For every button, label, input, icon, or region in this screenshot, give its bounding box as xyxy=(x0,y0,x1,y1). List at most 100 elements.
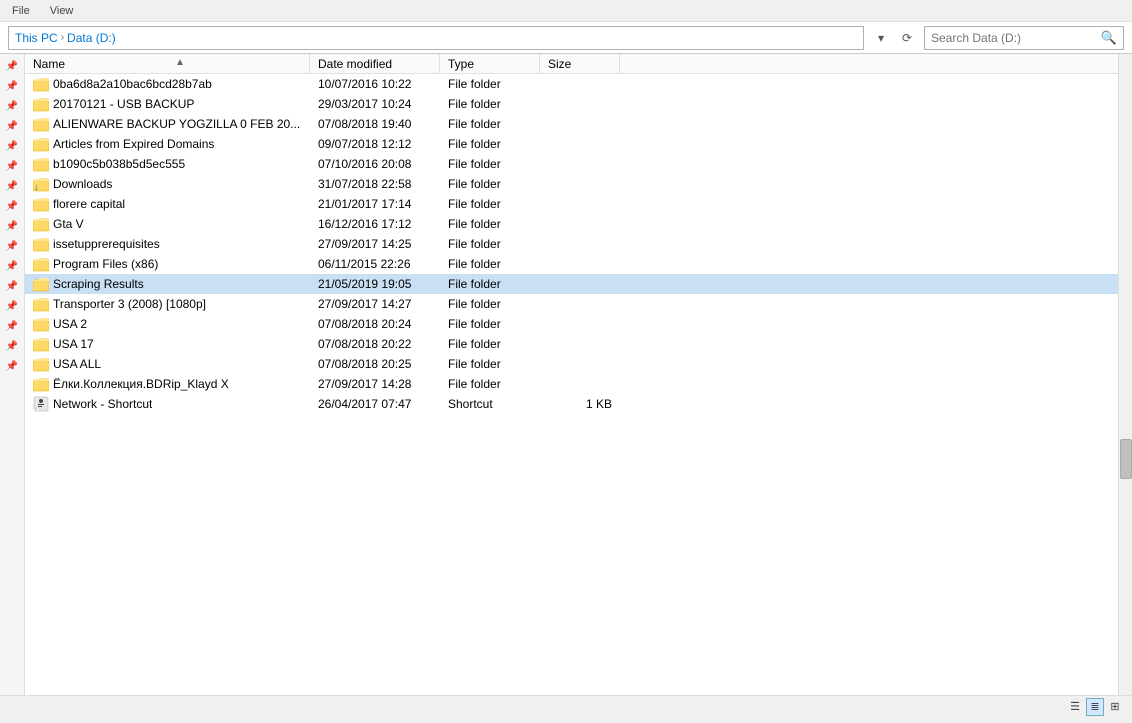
file-type-cell: File folder xyxy=(440,374,540,394)
file-type-cell: File folder xyxy=(440,234,540,254)
pin-icon-15[interactable]: 📌 xyxy=(4,338,20,354)
file-name-text: Transporter 3 (2008) [1080p] xyxy=(53,297,206,311)
file-size-cell: 1 KB xyxy=(540,394,620,414)
main-layout: 📌 📌 📌 📌 📌 📌 📌 📌 📌 📌 📌 📌 📌 📌 📌 📌 ▲ Name D… xyxy=(0,54,1132,695)
file-row[interactable]: ↗ Network - Shortcut26/04/2017 07:47Shor… xyxy=(25,394,1118,414)
pin-icon-6[interactable]: 📌 xyxy=(4,158,20,174)
folder-icon xyxy=(33,96,49,112)
file-date-cell: 27/09/2017 14:28 xyxy=(310,374,440,394)
address-controls: ▾ ⟳ xyxy=(870,27,918,49)
pin-icon-1[interactable]: 📌 xyxy=(4,58,20,74)
breadcrumb[interactable]: This PC › Data (D:) xyxy=(8,26,864,50)
file-date-cell: 29/03/2017 10:24 xyxy=(310,94,440,114)
file-name-cell: issetupprerequisites xyxy=(25,234,310,254)
file-row[interactable]: Transporter 3 (2008) [1080p]27/09/2017 1… xyxy=(25,294,1118,314)
search-icon[interactable]: 🔍 xyxy=(1101,30,1117,46)
pin-icon-13[interactable]: 📌 xyxy=(4,298,20,314)
col-header-type[interactable]: Type xyxy=(440,54,540,73)
file-row[interactable]: Articles from Expired Domains09/07/2018 … xyxy=(25,134,1118,154)
file-type-cell: Shortcut xyxy=(440,394,540,414)
pin-icon-14[interactable]: 📌 xyxy=(4,318,20,334)
file-size-cell xyxy=(540,234,620,254)
menu-view[interactable]: View xyxy=(46,3,78,19)
shortcut-icon: ↗ xyxy=(33,396,49,412)
file-type-cell: File folder xyxy=(440,274,540,294)
pin-icon-3[interactable]: 📌 xyxy=(4,98,20,114)
pin-icon-9[interactable]: 📌 xyxy=(4,218,20,234)
menu-file[interactable]: File xyxy=(8,3,34,19)
file-name-cell: Articles from Expired Domains xyxy=(25,134,310,154)
folder-icon xyxy=(33,196,49,212)
file-row[interactable]: 0ba6d8a2a10bac6bcd28b7ab10/07/2016 10:22… xyxy=(25,74,1118,94)
refresh-btn[interactable]: ⟳ xyxy=(896,27,918,49)
pin-icon-16[interactable]: 📌 xyxy=(4,358,20,374)
file-row[interactable]: b1090c5b038b5d5ec55507/10/2016 20:08File… xyxy=(25,154,1118,174)
file-list: 0ba6d8a2a10bac6bcd28b7ab10/07/2016 10:22… xyxy=(25,74,1118,695)
file-name-text: florere capital xyxy=(53,197,125,211)
folder-icon xyxy=(33,156,49,172)
file-row[interactable]: Gta V16/12/2016 17:12File folder xyxy=(25,214,1118,234)
file-type-cell: File folder xyxy=(440,94,540,114)
file-date-cell: 07/10/2016 20:08 xyxy=(310,154,440,174)
file-row[interactable]: 20170121 - USB BACKUP29/03/2017 10:24Fil… xyxy=(25,94,1118,114)
file-date-cell: 21/05/2019 19:05 xyxy=(310,274,440,294)
breadcrumb-drive[interactable]: Data (D:) xyxy=(67,31,116,45)
scrollbar[interactable] xyxy=(1118,54,1132,695)
file-row[interactable]: florere capital21/01/2017 17:14File fold… xyxy=(25,194,1118,214)
file-name-cell: Scraping Results xyxy=(25,274,310,294)
pin-icon-4[interactable]: 📌 xyxy=(4,118,20,134)
file-type-cell: File folder xyxy=(440,114,540,134)
menu-bar[interactable]: File View xyxy=(8,3,77,19)
pin-icon-8[interactable]: 📌 xyxy=(4,198,20,214)
file-date-cell: 07/08/2018 20:25 xyxy=(310,354,440,374)
file-name-cell: ↗ Network - Shortcut xyxy=(25,394,310,414)
folder-icon xyxy=(33,316,49,332)
file-row[interactable]: ALIENWARE BACKUP YOGZILLA 0 FEB 20...07/… xyxy=(25,114,1118,134)
scrollbar-thumb[interactable] xyxy=(1120,439,1132,479)
col-header-date[interactable]: Date modified xyxy=(310,54,440,73)
file-row[interactable]: Program Files (x86)06/11/2015 22:26File … xyxy=(25,254,1118,274)
folder-icon xyxy=(33,76,49,92)
file-name-cell: Transporter 3 (2008) [1080p] xyxy=(25,294,310,314)
file-row[interactable]: Scraping Results21/05/2019 19:05File fol… xyxy=(25,274,1118,294)
file-name-text: ALIENWARE BACKUP YOGZILLA 0 FEB 20... xyxy=(53,117,300,131)
view-tiles-btn[interactable]: ⊞ xyxy=(1106,698,1124,716)
col-header-name[interactable]: Name xyxy=(25,54,310,73)
search-box[interactable]: 🔍 xyxy=(924,26,1124,50)
file-type-cell: File folder xyxy=(440,74,540,94)
file-size-cell xyxy=(540,254,620,274)
file-row[interactable]: USA 207/08/2018 20:24File folder xyxy=(25,314,1118,334)
file-date-cell: 07/08/2018 20:24 xyxy=(310,314,440,334)
file-row[interactable]: Ёлки.Коллекция.BDRip_Klayd X27/09/2017 1… xyxy=(25,374,1118,394)
file-name-cell: Ёлки.Коллекция.BDRip_Klayd X xyxy=(25,374,310,394)
view-list-btn[interactable]: ☰ xyxy=(1066,698,1084,716)
file-date-cell: 31/07/2018 22:58 xyxy=(310,174,440,194)
pin-icon-11[interactable]: 📌 xyxy=(4,258,20,274)
file-size-cell xyxy=(540,194,620,214)
view-toggle: ☰ ≣ ⊞ xyxy=(1066,698,1124,716)
breadcrumb-this-pc[interactable]: This PC xyxy=(15,31,58,45)
file-name-cell: florere capital xyxy=(25,194,310,214)
search-input[interactable] xyxy=(931,31,1101,45)
dropdown-btn[interactable]: ▾ xyxy=(870,27,892,49)
view-details-btn[interactable]: ≣ xyxy=(1086,698,1104,716)
file-row[interactable]: ↓ Downloads 31/07/2018 22:58File folder xyxy=(25,174,1118,194)
file-size-cell xyxy=(540,94,620,114)
folder-icon xyxy=(33,376,49,392)
file-name-cell: 20170121 - USB BACKUP xyxy=(25,94,310,114)
pin-icon-5[interactable]: 📌 xyxy=(4,138,20,154)
file-type-cell: File folder xyxy=(440,174,540,194)
pin-icon-2[interactable]: 📌 xyxy=(4,78,20,94)
file-row[interactable]: USA 1707/08/2018 20:22File folder xyxy=(25,334,1118,354)
file-row[interactable]: issetupprerequisites27/09/2017 14:25File… xyxy=(25,234,1118,254)
file-row[interactable]: USA ALL07/08/2018 20:25File folder xyxy=(25,354,1118,374)
pin-icon-10[interactable]: 📌 xyxy=(4,238,20,254)
pin-icon-7[interactable]: 📌 xyxy=(4,178,20,194)
file-size-cell xyxy=(540,134,620,154)
file-name-text: Downloads xyxy=(53,177,112,191)
col-header-size[interactable]: Size xyxy=(540,54,620,73)
file-name-cell: b1090c5b038b5d5ec555 xyxy=(25,154,310,174)
download-arrow-icon: ↓ xyxy=(34,183,39,192)
pin-icon-12[interactable]: 📌 xyxy=(4,278,20,294)
folder-icon xyxy=(33,256,49,272)
